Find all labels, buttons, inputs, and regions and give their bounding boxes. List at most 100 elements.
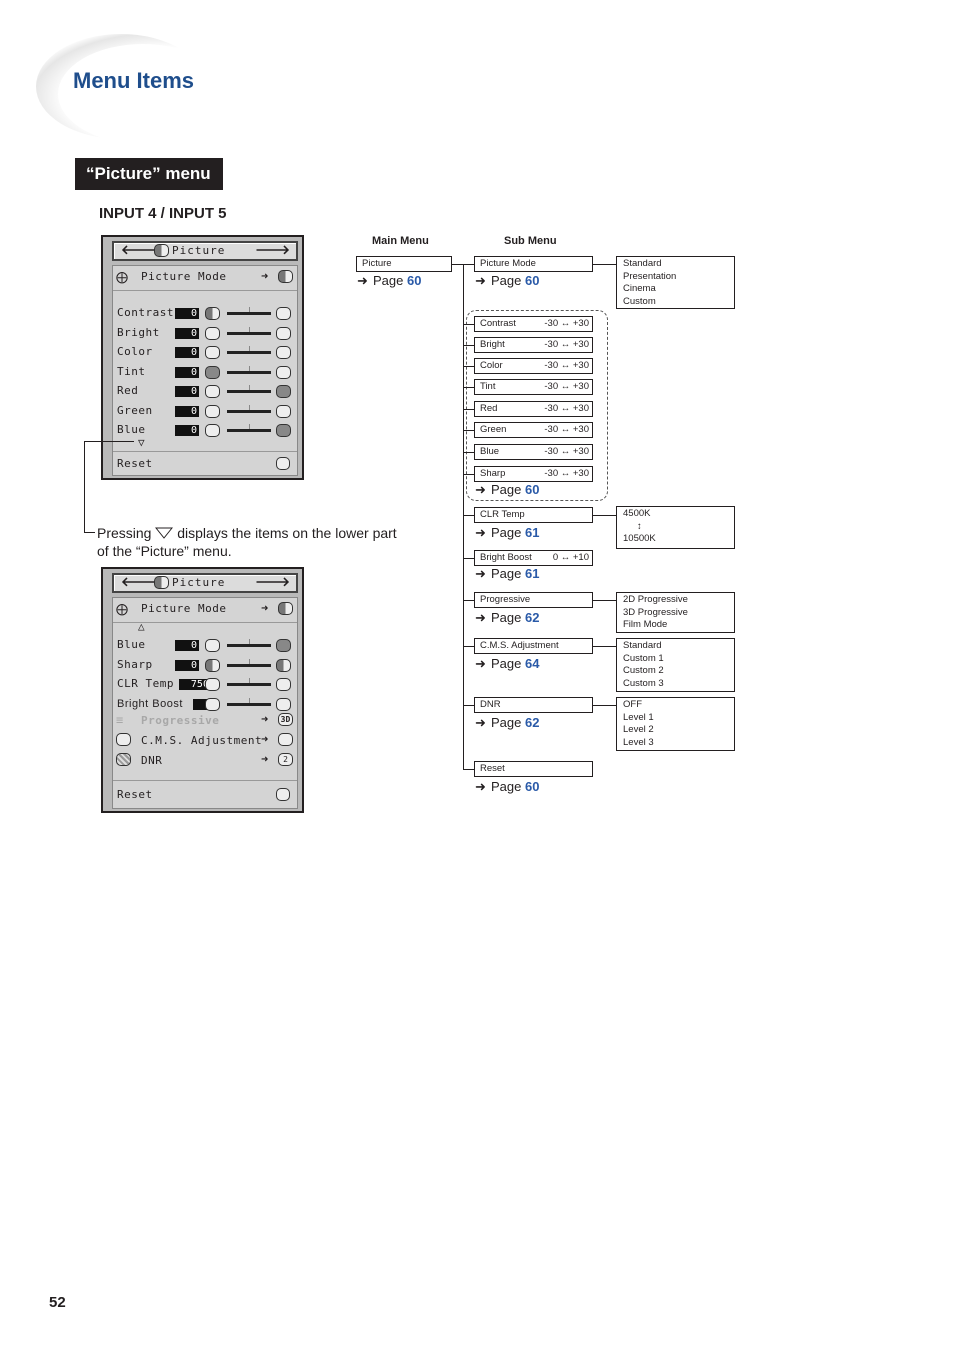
option-item: Custom 1 bbox=[623, 652, 664, 664]
osd-title: Picture bbox=[172, 576, 226, 589]
sub-menu-item: Progressive bbox=[474, 592, 593, 608]
cms-value-icon bbox=[278, 733, 293, 746]
osd-row-label[interactable]: Sharp bbox=[117, 658, 153, 672]
arrow-right-icon: ➜ bbox=[261, 601, 269, 615]
options-box: OFF Level 1 Level 2 Level 3 bbox=[616, 697, 735, 751]
connector bbox=[463, 430, 474, 431]
sub-menu-item: Red -30 ↔ +30 bbox=[474, 401, 593, 417]
arrow-right-icon: ➜ bbox=[475, 779, 486, 794]
main-menu-item-picture: Picture bbox=[356, 256, 452, 272]
contrast-max-icon bbox=[276, 307, 291, 320]
tint-max-icon bbox=[276, 365, 291, 379]
option-item: 3D Progressive bbox=[623, 606, 688, 618]
sub-menu-item: C.M.S. Adjustment bbox=[474, 638, 593, 654]
osd-picture-mode[interactable]: Picture Mode bbox=[141, 270, 226, 284]
osd-slider[interactable] bbox=[227, 658, 271, 667]
osd-dnr[interactable]: DNR bbox=[141, 754, 162, 768]
arrow-right-icon: ➜ bbox=[261, 269, 269, 283]
osd-row-label[interactable]: Color bbox=[117, 345, 153, 359]
connector bbox=[463, 345, 474, 346]
connector bbox=[463, 387, 474, 388]
osd-slider[interactable] bbox=[227, 639, 271, 647]
sub-menu-item: Contrast -30 ↔ +30 bbox=[474, 316, 593, 332]
note-before: Pressing bbox=[97, 525, 152, 541]
option-item: Presentation bbox=[623, 270, 677, 282]
option-item: Film Mode bbox=[623, 619, 668, 630]
osd-row-label[interactable]: Red bbox=[117, 384, 138, 398]
progressive-icon: ≡ bbox=[116, 713, 124, 727]
contrast-min-icon bbox=[205, 307, 220, 320]
picture-icon bbox=[154, 244, 169, 257]
divider bbox=[113, 451, 297, 452]
options-box: Standard Custom 1 Custom 2 Custom 3 bbox=[616, 638, 735, 692]
osd-row-label[interactable]: Tint bbox=[117, 365, 146, 379]
blue-max-icon bbox=[276, 424, 291, 437]
page-ref: ➜ Page 62 bbox=[475, 610, 540, 625]
green-min-icon bbox=[205, 404, 220, 418]
clr-temp-min-icon bbox=[205, 678, 220, 691]
osd-reset[interactable]: Reset bbox=[117, 788, 153, 802]
color-max-icon bbox=[276, 346, 291, 359]
osd-slider[interactable] bbox=[227, 307, 271, 315]
osd-cms-adjustment[interactable]: C.M.S. Adjustment bbox=[141, 734, 262, 748]
bright-max-icon bbox=[276, 326, 291, 340]
osd-row-value: 0 bbox=[175, 327, 199, 339]
range-value: -30 ↔ +30 bbox=[544, 403, 589, 414]
osd-row-label[interactable]: Green bbox=[117, 404, 153, 418]
osd-slider[interactable] bbox=[227, 365, 271, 374]
option-item: ↕ bbox=[637, 520, 642, 532]
osd-row-label[interactable]: Bright Boost bbox=[117, 697, 183, 711]
osd-progressive[interactable]: Progressive bbox=[141, 714, 219, 728]
osd-slider[interactable] bbox=[227, 404, 271, 413]
page-ref: ➜ Page 60 bbox=[475, 482, 540, 497]
osd-reset[interactable]: Reset bbox=[117, 457, 153, 471]
sub-menu-item: Bright -30 ↔ +30 bbox=[474, 337, 593, 353]
arrow-right-icon: ➜ bbox=[475, 566, 486, 581]
options-box: 4500K ↕ 10500K bbox=[616, 506, 735, 549]
header-swoosh-mask bbox=[58, 44, 228, 144]
page-ref: ➜ Page 62 bbox=[475, 715, 540, 730]
osd-row-label[interactable]: Blue bbox=[117, 423, 146, 437]
connector bbox=[463, 705, 474, 706]
option-item: Level 3 bbox=[623, 736, 654, 748]
osd-row-value: 0 bbox=[175, 386, 199, 397]
range-value: -30 ↔ +30 bbox=[544, 424, 589, 435]
osd-row-value: 0 bbox=[175, 347, 199, 358]
osd-slider[interactable] bbox=[227, 697, 271, 706]
red-min-icon bbox=[205, 385, 220, 398]
arrow-right-icon: ➜ bbox=[475, 656, 486, 671]
connector bbox=[463, 264, 474, 265]
options-box: 2D Progressive 3D Progressive Film Mode bbox=[616, 592, 735, 633]
osd-row-value: 0 bbox=[175, 308, 199, 319]
range-value: 0 ↔ +10 bbox=[552, 552, 589, 563]
arrow-right-icon: 🡒 bbox=[255, 243, 290, 258]
arrow-right-icon: ➜ bbox=[475, 482, 486, 497]
callout-line bbox=[84, 532, 95, 533]
options-box: Standard Presentation Cinema Custom bbox=[616, 256, 735, 309]
osd-slider[interactable] bbox=[227, 424, 271, 432]
osd-slider[interactable] bbox=[227, 678, 271, 686]
connector bbox=[593, 646, 616, 647]
sub-menu-item: Bright Boost 0 ↔ +10 bbox=[474, 550, 593, 566]
osd-row-label[interactable]: Contrast bbox=[117, 306, 174, 320]
osd-row-label[interactable]: CLR Temp bbox=[117, 677, 174, 691]
osd-body: ⨁ Picture Mode ➜ △ Blue 0 Sharp 0 CLR Te… bbox=[112, 597, 298, 809]
scroll-down-triangle-icon[interactable]: ▽ bbox=[138, 436, 145, 449]
arrow-right-icon: ➜ bbox=[475, 610, 486, 625]
arrow-right-icon: ➜ bbox=[261, 732, 269, 746]
osd-slider[interactable] bbox=[227, 346, 271, 354]
main-menu-header: Main Menu bbox=[372, 235, 429, 247]
osd-header: 🡐 Picture 🡒 bbox=[112, 573, 298, 593]
scroll-up-triangle-icon[interactable]: △ bbox=[138, 620, 145, 633]
sharp-min-icon bbox=[205, 658, 220, 672]
osd-row-label[interactable]: Bright bbox=[117, 326, 160, 340]
osd-slider[interactable] bbox=[227, 385, 271, 393]
page-ref: ➜ Page 60 bbox=[475, 273, 540, 288]
divider bbox=[113, 290, 297, 291]
sub-menu-item: CLR Temp bbox=[474, 507, 593, 523]
osd-picture-mode[interactable]: Picture Mode bbox=[141, 602, 226, 616]
arrow-left-icon: 🡐 bbox=[121, 243, 156, 258]
osd-slider[interactable] bbox=[227, 326, 271, 335]
arrow-right-icon: ➜ bbox=[357, 273, 368, 288]
osd-row-label[interactable]: Blue bbox=[117, 638, 146, 652]
